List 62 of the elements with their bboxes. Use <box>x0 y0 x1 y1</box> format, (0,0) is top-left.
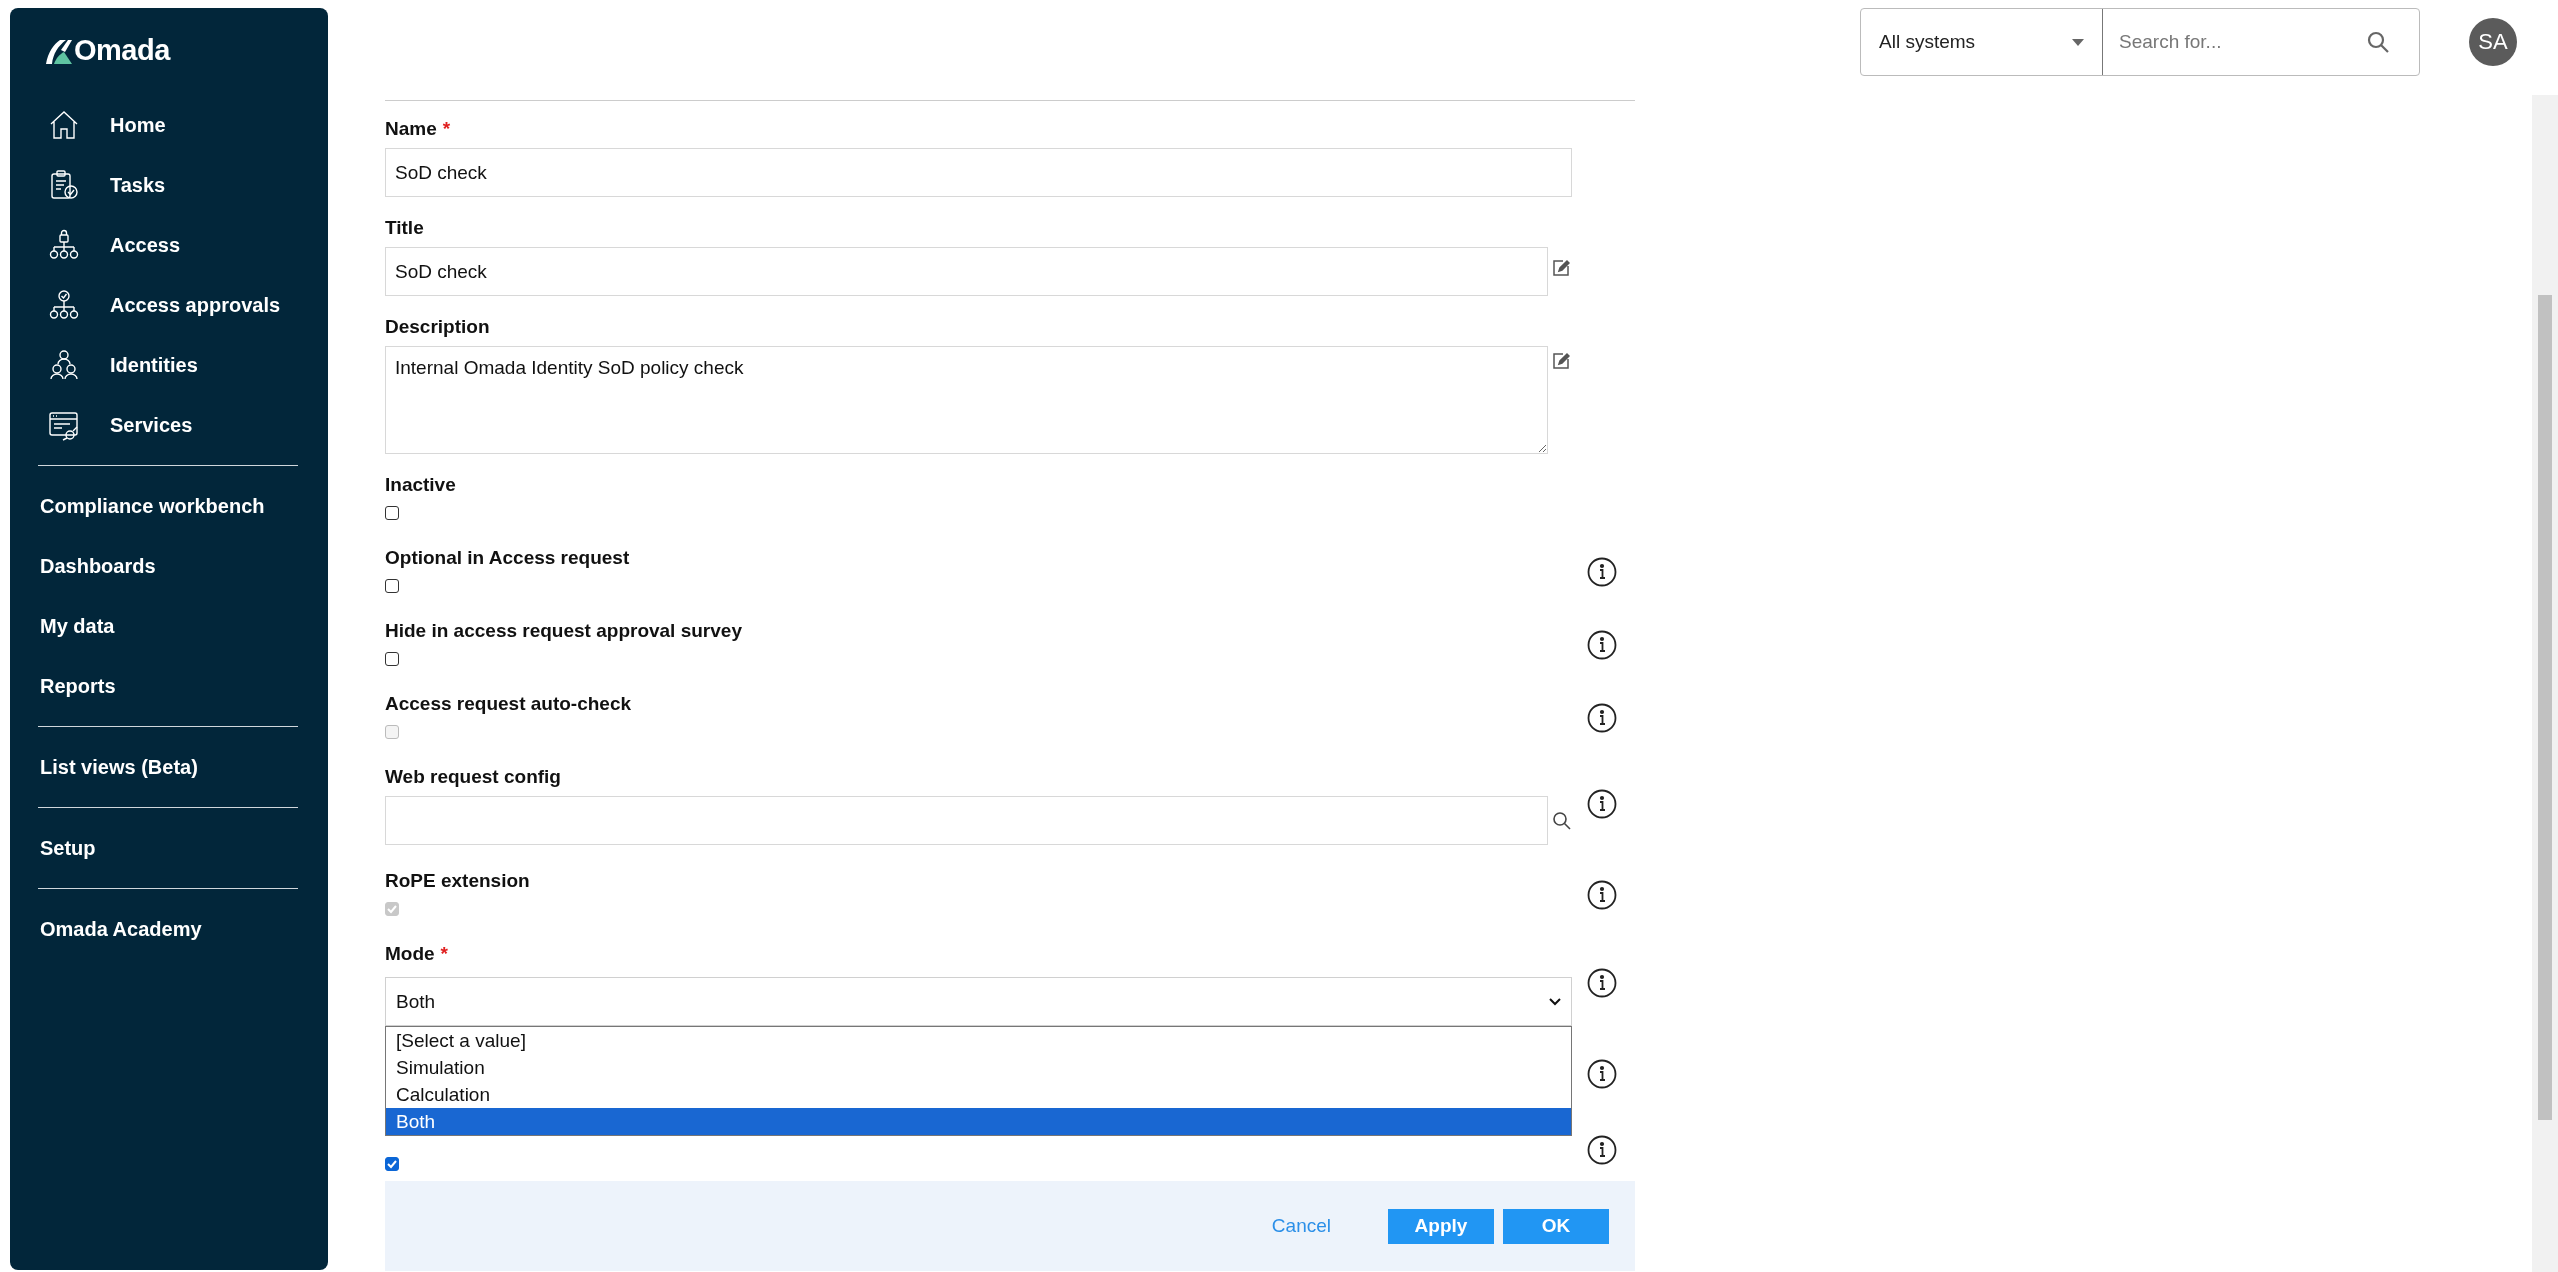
search-field[interactable]: Search for... <box>2103 30 2367 54</box>
nav-item[interactable]: Dashboards <box>38 536 300 596</box>
info-icon[interactable] <box>1587 630 1617 660</box>
info-icon[interactable] <box>1587 968 1617 998</box>
nav-item[interactable]: Access approvals <box>38 275 300 335</box>
nav-item[interactable]: Setup <box>38 818 300 878</box>
field-label: Optional in Access request <box>385 546 631 570</box>
nav-item[interactable]: Access <box>38 215 300 275</box>
dropdown-option[interactable]: Simulation <box>386 1054 1571 1081</box>
field-label: Web request config <box>385 765 562 789</box>
required-mark: * <box>440 943 448 964</box>
checkbox[interactable] <box>385 1157 399 1171</box>
dropdown-option[interactable]: [Select a value] <box>386 1027 1571 1054</box>
info-icon[interactable] <box>1587 1135 1617 1165</box>
checkbox[interactable] <box>385 506 399 520</box>
field-label: Mode * <box>385 942 449 966</box>
info-icon[interactable] <box>1587 1059 1617 1089</box>
input-field[interactable]: SoD check <box>385 247 1548 296</box>
house-icon <box>48 109 80 141</box>
nav-item[interactable]: List views (Beta) <box>38 737 300 797</box>
field-label: Inactive <box>385 473 457 497</box>
logo-text: Omada <box>74 34 170 67</box>
window-gear-icon <box>48 409 80 441</box>
nav-item[interactable]: Tasks <box>38 155 300 215</box>
input-field[interactable] <box>385 796 1548 845</box>
field-label: Description <box>385 315 491 339</box>
edit-icon[interactable] <box>1552 259 1570 277</box>
nav-item[interactable]: Services <box>38 395 300 455</box>
checkbox[interactable] <box>385 579 399 593</box>
info-icon[interactable] <box>1587 789 1617 819</box>
lock-hierarchy-icon <box>48 229 80 261</box>
nav-item[interactable]: Identities <box>38 335 300 395</box>
dropdown-option[interactable]: Both <box>386 1108 1571 1135</box>
mode-select[interactable]: Both <box>385 977 1572 1026</box>
field-label: Hide in access request approval survey <box>385 619 743 643</box>
checkbox[interactable] <box>385 652 399 666</box>
search-icon[interactable] <box>2367 31 2389 53</box>
dropdown-option[interactable]: Calculation <box>386 1081 1571 1108</box>
field-label: RoPE extension <box>385 869 531 893</box>
required-mark: * <box>442 118 451 139</box>
input-field[interactable]: SoD check <box>385 148 1572 197</box>
field-label: Title <box>385 216 425 240</box>
nav-item[interactable]: Home <box>38 95 300 155</box>
search-icon[interactable] <box>1552 811 1571 830</box>
edit-icon[interactable] <box>1552 352 1570 370</box>
scrollbar[interactable] <box>2532 95 2558 1272</box>
nav-item[interactable]: My data <box>38 596 300 656</box>
clipboard-check-icon <box>48 169 80 201</box>
check-hierarchy-icon <box>48 289 80 321</box>
system-select[interactable]: All systems <box>1861 9 2103 75</box>
people-group-icon <box>48 349 80 381</box>
description-field[interactable]: Internal Omada Identity SoD policy check <box>385 346 1548 454</box>
chevron-icon <box>1549 997 1561 1006</box>
user-avatar[interactable]: SA <box>2469 18 2517 66</box>
nav-item[interactable]: Compliance workbench <box>38 476 300 536</box>
nav-item[interactable]: Reports <box>38 656 300 716</box>
field-label: Name * <box>385 117 452 141</box>
nav-item[interactable]: Omada Academy <box>38 899 300 959</box>
caret-icon <box>2072 38 2084 46</box>
field-label: Access request auto-check <box>385 692 633 716</box>
info-icon[interactable] <box>1587 557 1617 587</box>
logo-icon <box>44 37 72 64</box>
